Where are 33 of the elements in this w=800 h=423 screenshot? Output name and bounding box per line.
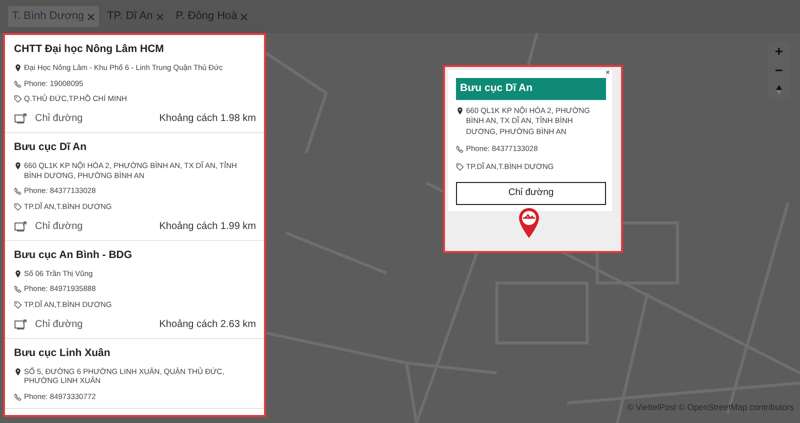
phone-icon [14, 80, 22, 88]
map-marker-icon[interactable] [518, 207, 540, 239]
tag-icon [14, 95, 22, 104]
phone-icon [456, 145, 464, 154]
place-name[interactable]: Bưu cục Linh Xuân [14, 346, 256, 362]
place-name[interactable]: Bưu cục An Bình - BDG [14, 248, 256, 264]
place-name[interactable]: Bưu cục Dĩ An [14, 140, 256, 156]
popup-title: Bưu cục Dĩ An [456, 78, 606, 100]
distance-text: Khoảng cách 2.63 km [159, 318, 256, 332]
location-pin-icon [14, 270, 22, 278]
directions-icon [14, 318, 27, 330]
compass-icon [776, 84, 782, 94]
distance-text: Khoảng cách 1.99 km [159, 220, 256, 234]
tag-icon [456, 162, 464, 171]
location-pin-icon [456, 106, 464, 115]
tag-icon [14, 301, 22, 309]
place-name[interactable]: CHTT Đại học Nông Lâm HCM [14, 42, 256, 58]
phone-icon [14, 285, 22, 294]
directions-button[interactable]: Chỉ đường [456, 182, 606, 204]
close-button[interactable]: × [605, 69, 610, 77]
distance-text: Khoảng cách 1.98 km [159, 112, 256, 126]
phone-icon [14, 393, 22, 401]
location-pin-icon [14, 64, 22, 72]
directions-link[interactable]: Chỉ đường [14, 111, 83, 126]
directions-icon [14, 113, 27, 124]
directions-link[interactable]: Chỉ đường [14, 218, 83, 234]
directions-link[interactable]: Chỉ đường [14, 316, 83, 332]
location-pin-icon [14, 368, 22, 376]
directions-icon [14, 220, 27, 232]
tag-icon [14, 203, 22, 211]
phone-icon [14, 187, 22, 196]
location-pin-icon [14, 162, 22, 170]
close-icon[interactable] [87, 12, 96, 20]
